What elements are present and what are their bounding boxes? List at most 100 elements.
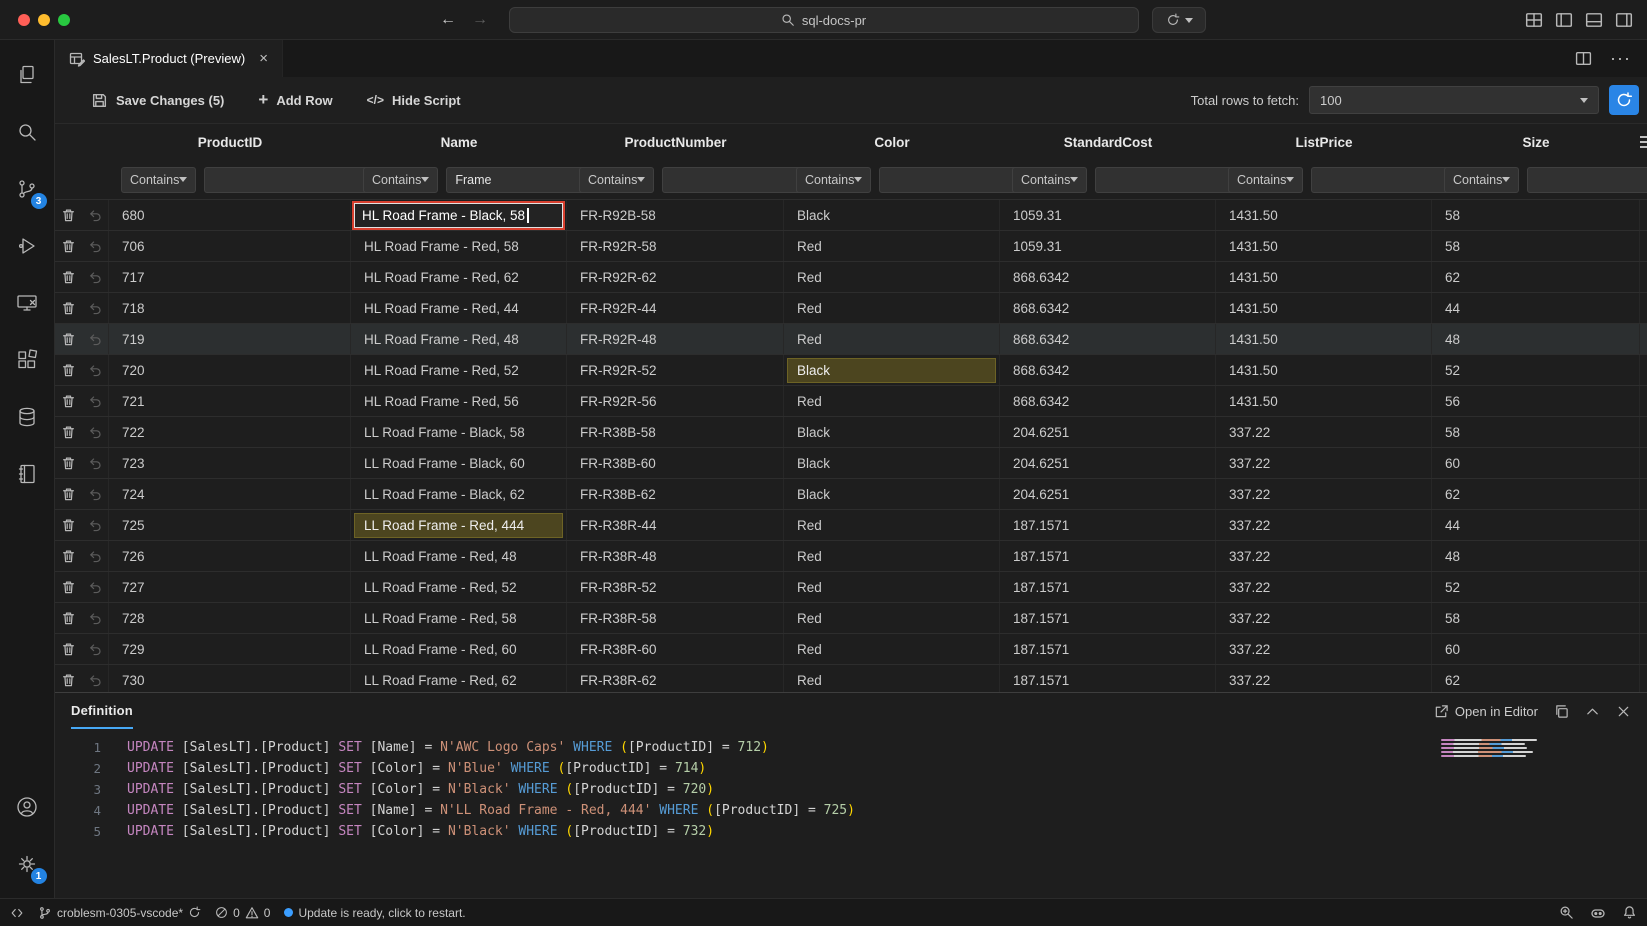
filter-operator-size[interactable]: Contains	[1444, 167, 1519, 193]
remote-indicator[interactable]	[10, 906, 24, 920]
column-header-productnumber[interactable]: ProductNumber	[567, 135, 784, 150]
delete-row-icon[interactable]	[61, 580, 76, 595]
filter-operator-productid[interactable]: Contains	[121, 167, 196, 193]
sync-dropdown-button[interactable]	[1152, 7, 1206, 33]
table-row[interactable]: 680 HL Road Frame - Black, 58 FR-R92B-58…	[55, 200, 1647, 231]
cell-standard-cost[interactable]: 868.6342	[1000, 386, 1216, 416]
revert-row-icon[interactable]	[88, 363, 103, 378]
cell-product-id[interactable]: 730	[109, 665, 351, 692]
column-header-productid[interactable]: ProductID	[109, 135, 351, 150]
toggle-primary-sidebar-icon[interactable]	[1555, 11, 1573, 29]
zoom-in-icon[interactable]	[1559, 905, 1574, 920]
tab-definition[interactable]: Definition	[71, 693, 133, 729]
cell-color[interactable]: Red	[784, 262, 1000, 292]
copy-icon[interactable]	[1554, 704, 1569, 719]
cell-color[interactable]: Red	[784, 510, 1000, 540]
cell-product-id[interactable]: 720	[109, 355, 351, 385]
update-ready-status[interactable]: Update is ready, click to restart.	[284, 906, 465, 920]
cell-name[interactable]: HL Road Frame - Red, 44	[351, 293, 567, 323]
cell-product-number[interactable]: FR-R92R-52	[567, 355, 784, 385]
total-rows-select[interactable]: 100	[1309, 86, 1599, 114]
table-row[interactable]: 727 LL Road Frame - Red, 52 FR-R38R-52 R…	[55, 572, 1647, 603]
delete-row-icon[interactable]	[61, 425, 76, 440]
revert-row-icon[interactable]	[88, 239, 103, 254]
add-row-button[interactable]: + Add Row	[258, 90, 332, 110]
cell-standard-cost[interactable]: 187.1571	[1000, 603, 1216, 633]
cell-size[interactable]: 44	[1432, 293, 1640, 323]
delete-row-icon[interactable]	[61, 642, 76, 657]
delete-row-icon[interactable]	[61, 239, 76, 254]
settings-gear-icon[interactable]: 1	[0, 835, 55, 892]
cell-standard-cost[interactable]: 204.6251	[1000, 417, 1216, 447]
revert-row-icon[interactable]	[88, 456, 103, 471]
cell-name[interactable]: LL Road Frame - Black, 58	[351, 417, 567, 447]
table-row[interactable]: 723 LL Road Frame - Black, 60 FR-R38B-60…	[55, 448, 1647, 479]
delete-row-icon[interactable]	[61, 332, 76, 347]
cell-name[interactable]: LL Road Frame - Red, 58	[351, 603, 567, 633]
column-header-name[interactable]: Name	[351, 135, 567, 150]
cell-size[interactable]: 58	[1432, 417, 1640, 447]
cell-standard-cost[interactable]: 204.6251	[1000, 448, 1216, 478]
close-window-button[interactable]	[18, 14, 30, 26]
revert-row-icon[interactable]	[88, 580, 103, 595]
grid-menu-icon[interactable]	[1640, 136, 1647, 148]
command-center-search[interactable]: sql-docs-pr	[509, 7, 1139, 33]
cell-product-id[interactable]: 724	[109, 479, 351, 509]
branch-status[interactable]: croblesm-0305-vscode*	[38, 906, 201, 920]
cell-size[interactable]: 52	[1432, 572, 1640, 602]
delete-row-icon[interactable]	[61, 394, 76, 409]
cell-name[interactable]: HL Road Frame - Red, 62	[351, 262, 567, 292]
cell-product-id[interactable]: 722	[109, 417, 351, 447]
revert-row-icon[interactable]	[88, 270, 103, 285]
cell-name[interactable]: LL Road Frame - Red, 444	[351, 510, 567, 540]
cell-list-price[interactable]: 1431.50	[1216, 200, 1432, 230]
cell-size[interactable]: 58	[1432, 200, 1640, 230]
cell-list-price[interactable]: 337.22	[1216, 603, 1432, 633]
cell-color[interactable]: Red	[784, 665, 1000, 692]
revert-row-icon[interactable]	[88, 642, 103, 657]
cell-product-number[interactable]: FR-R92R-48	[567, 324, 784, 354]
cell-product-number[interactable]: FR-R38B-62	[567, 479, 784, 509]
database-projects-icon[interactable]	[0, 388, 55, 445]
extensions-icon[interactable]	[0, 331, 55, 388]
cell-product-number[interactable]: FR-R38R-52	[567, 572, 784, 602]
cell-list-price[interactable]: 337.22	[1216, 510, 1432, 540]
table-row[interactable]: 720 HL Road Frame - Red, 52 FR-R92R-52 B…	[55, 355, 1647, 386]
explorer-icon[interactable]	[0, 46, 55, 103]
cell-color[interactable]: Red	[784, 541, 1000, 571]
cell-product-id[interactable]: 718	[109, 293, 351, 323]
cell-color[interactable]: Black	[784, 479, 1000, 509]
cell-product-id[interactable]: 706	[109, 231, 351, 261]
column-header-listprice[interactable]: ListPrice	[1216, 135, 1432, 150]
table-row[interactable]: 718 HL Road Frame - Red, 44 FR-R92R-44 R…	[55, 293, 1647, 324]
cell-product-id[interactable]: 729	[109, 634, 351, 664]
chevron-up-icon[interactable]	[1585, 704, 1600, 719]
minimize-window-button[interactable]	[38, 14, 50, 26]
cell-size[interactable]: 56	[1432, 386, 1640, 416]
cell-standard-cost[interactable]: 1059.31	[1000, 200, 1216, 230]
cell-size[interactable]: 62	[1432, 665, 1640, 692]
cell-color[interactable]: Black	[784, 355, 1000, 385]
cell-product-id[interactable]: 727	[109, 572, 351, 602]
cell-product-id[interactable]: 721	[109, 386, 351, 416]
cell-color[interactable]: Red	[784, 634, 1000, 664]
revert-row-icon[interactable]	[88, 549, 103, 564]
cell-color[interactable]: Red	[784, 293, 1000, 323]
revert-row-icon[interactable]	[88, 673, 103, 688]
cell-list-price[interactable]: 337.22	[1216, 448, 1432, 478]
notifications-bell-icon[interactable]	[1622, 905, 1637, 920]
cell-size[interactable]: 52	[1432, 355, 1640, 385]
search-sidebar-icon[interactable]	[0, 103, 55, 160]
cell-color[interactable]: Black	[784, 200, 1000, 230]
cell-product-number[interactable]: FR-R92R-58	[567, 231, 784, 261]
cell-product-number[interactable]: FR-R38R-44	[567, 510, 784, 540]
filter-operator-productnumber[interactable]: Contains	[579, 167, 654, 193]
revert-row-icon[interactable]	[88, 394, 103, 409]
table-row[interactable]: 726 LL Road Frame - Red, 48 FR-R38R-48 R…	[55, 541, 1647, 572]
cell-standard-cost[interactable]: 868.6342	[1000, 355, 1216, 385]
cell-product-number[interactable]: FR-R92R-56	[567, 386, 784, 416]
cell-list-price[interactable]: 337.22	[1216, 634, 1432, 664]
cell-size[interactable]: 44	[1432, 510, 1640, 540]
revert-row-icon[interactable]	[88, 301, 103, 316]
cell-list-price[interactable]: 1431.50	[1216, 324, 1432, 354]
